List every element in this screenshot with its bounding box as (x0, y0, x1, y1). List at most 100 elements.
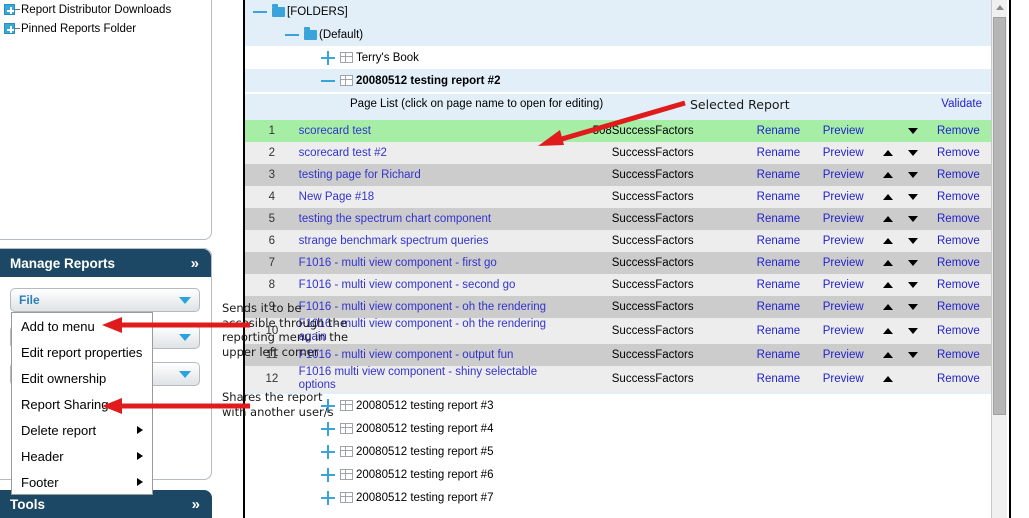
triangle-up-icon[interactable] (882, 260, 893, 266)
triangle-down-icon[interactable] (907, 304, 918, 310)
preview-label[interactable]: Preview (823, 279, 864, 291)
remove-label[interactable]: Remove (937, 169, 980, 181)
remove-label[interactable]: Remove (937, 349, 980, 361)
triangle-down-icon[interactable] (907, 150, 918, 156)
tree-node-terrys-book[interactable]: Terry's Book (245, 46, 992, 69)
remove-link[interactable]: Remove (924, 164, 992, 186)
minus-icon[interactable] (285, 33, 299, 36)
triangle-down-icon[interactable] (907, 172, 918, 178)
triangle-up-icon[interactable] (882, 172, 893, 178)
main-panel-scrollbar[interactable] (991, 0, 1007, 518)
plus-icon[interactable] (321, 421, 335, 436)
page-name-link[interactable]: F1016 multi view component - shiny selec… (298, 366, 565, 392)
menu-item-footer[interactable]: Footer (12, 469, 152, 495)
table-row[interactable]: 8 F1016 - multi view component - second g… (245, 274, 992, 296)
rename-link[interactable]: Rename (745, 186, 811, 208)
preview-link[interactable]: Preview (810, 230, 876, 252)
move-down-button[interactable] (900, 164, 925, 186)
rename-label[interactable]: Rename (757, 235, 800, 247)
page-name-link[interactable]: strange benchmark spectrum queries (298, 230, 565, 252)
remove-label[interactable]: Remove (937, 257, 980, 269)
preview-link[interactable]: Preview (810, 164, 876, 186)
preview-label[interactable]: Preview (823, 213, 864, 225)
move-up-button[interactable] (875, 274, 901, 296)
rename-link[interactable]: Rename (745, 318, 811, 344)
plus-icon[interactable] (4, 23, 15, 34)
move-up-button[interactable] (875, 252, 901, 274)
remove-label[interactable]: Remove (937, 125, 980, 137)
move-down-button[interactable] (900, 296, 925, 318)
triangle-up-icon[interactable] (882, 216, 893, 222)
triangle-up-icon[interactable] (882, 304, 893, 310)
remove-link[interactable]: Remove (924, 186, 992, 208)
move-up-button[interactable] (875, 296, 901, 318)
triangle-up-icon[interactable] (882, 150, 893, 156)
preview-label[interactable]: Preview (823, 235, 864, 247)
minus-icon[interactable] (321, 79, 335, 82)
triangle-down-icon[interactable] (907, 128, 918, 134)
page-name-text[interactable]: strange benchmark spectrum queries (299, 235, 489, 248)
page-name-link[interactable]: F1016 - multi view component - first go (298, 252, 565, 274)
page-name-text[interactable]: New Page #18 (299, 191, 374, 204)
rename-link[interactable]: Rename (745, 296, 811, 318)
plus-icon[interactable] (321, 490, 335, 505)
triangle-down-icon[interactable] (907, 260, 918, 266)
triangle-up-icon[interactable] (882, 238, 893, 244)
page-name-link[interactable]: F1016 - multi view component - second go (298, 274, 565, 296)
validate-link[interactable]: Validate (941, 98, 982, 110)
manage-reports-header[interactable]: Manage Reports » (0, 249, 211, 277)
rename-label[interactable]: Rename (757, 349, 800, 361)
page-name-text[interactable]: F1016 - multi view component - first go (299, 257, 497, 270)
preview-link[interactable]: Preview (810, 296, 876, 318)
preview-label[interactable]: Preview (823, 257, 864, 269)
plus-icon[interactable] (321, 444, 335, 459)
preview-link[interactable]: Preview (810, 186, 876, 208)
minus-icon[interactable] (253, 10, 267, 13)
remove-link[interactable]: Remove (924, 252, 992, 274)
remove-link[interactable]: Remove (924, 230, 992, 252)
rename-link[interactable]: Rename (745, 230, 811, 252)
preview-link[interactable]: Preview (810, 120, 876, 142)
triangle-down-icon[interactable] (907, 352, 918, 358)
remove-link[interactable]: Remove (924, 366, 992, 392)
plus-icon[interactable] (4, 4, 15, 15)
remove-label[interactable]: Remove (937, 279, 980, 291)
move-down-button[interactable] (900, 208, 925, 230)
page-name-text[interactable]: scorecard test #2 (299, 147, 387, 160)
rename-link[interactable]: Rename (745, 142, 811, 164)
triangle-down-icon[interactable] (907, 238, 918, 244)
chevron-down-double-icon[interactable]: » (192, 497, 200, 512)
tree-node-report[interactable]: 20080512 testing report #7 (245, 486, 992, 509)
rename-label[interactable]: Rename (757, 325, 800, 337)
remove-label[interactable]: Remove (937, 213, 980, 225)
preview-label[interactable]: Preview (823, 191, 864, 203)
preview-label[interactable]: Preview (823, 125, 864, 137)
left-tree-item-report-distributor-downloads[interactable]: Report Distributor Downloads (0, 0, 211, 19)
move-down-button[interactable] (900, 120, 925, 142)
move-up-button[interactable] (875, 142, 901, 164)
rename-label[interactable]: Rename (757, 257, 800, 269)
triangle-up-icon[interactable] (882, 328, 893, 334)
preview-label[interactable]: Preview (823, 147, 864, 159)
tree-node-report[interactable]: 20080512 testing report #4 (245, 417, 992, 440)
tree-node-report-2[interactable]: 20080512 testing report #2 (245, 69, 992, 92)
remove-link[interactable]: Remove (924, 120, 992, 142)
rename-link[interactable]: Rename (745, 252, 811, 274)
plus-icon[interactable] (321, 50, 335, 65)
menu-item-delete-report[interactable]: Delete report (12, 417, 152, 443)
page-name-text[interactable]: F1016 multi view component - shiny selec… (299, 366, 565, 392)
rename-link[interactable]: Rename (745, 208, 811, 230)
remove-label[interactable]: Remove (937, 235, 980, 247)
remove-link[interactable]: Remove (924, 344, 992, 366)
triangle-up-icon[interactable] (882, 194, 893, 200)
table-row[interactable]: 5 testing the spectrum chart component Suc… (245, 208, 992, 230)
triangle-down-icon[interactable] (907, 282, 918, 288)
move-down-button[interactable] (900, 230, 925, 252)
remove-link[interactable]: Remove (924, 318, 992, 344)
rename-link[interactable]: Rename (745, 344, 811, 366)
left-tree-item-pinned-reports-folder[interactable]: Pinned Reports Folder (0, 19, 211, 38)
remove-link[interactable]: Remove (924, 274, 992, 296)
triangle-up-icon[interactable] (882, 282, 893, 288)
preview-label[interactable]: Preview (823, 349, 864, 361)
remove-label[interactable]: Remove (937, 325, 980, 337)
